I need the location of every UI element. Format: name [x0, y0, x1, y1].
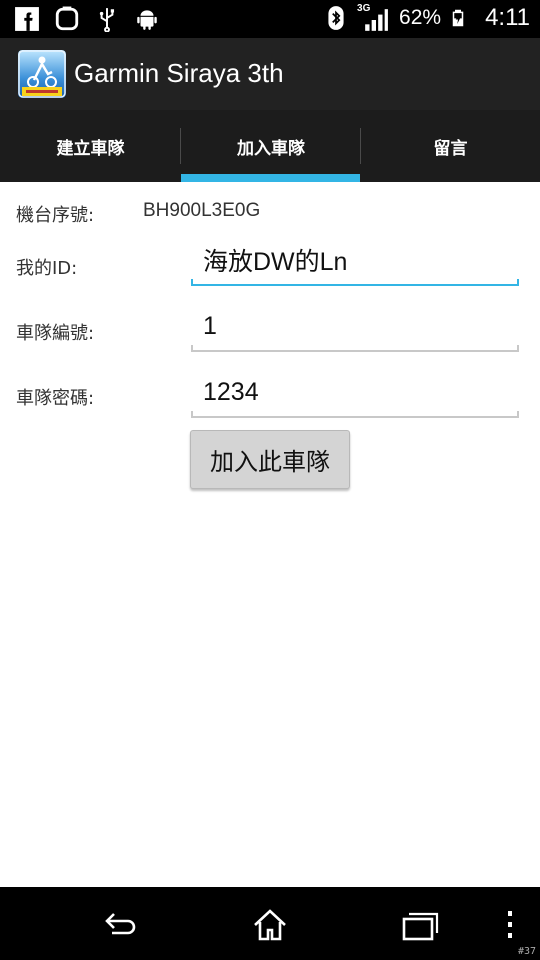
battery-charging-icon — [452, 9, 464, 27]
tab-join-team[interactable]: 加入車隊 — [181, 110, 361, 182]
battery-percent: 62% — [399, 6, 442, 29]
back-icon[interactable] — [100, 905, 140, 945]
square-app-icon — [55, 6, 79, 31]
input-underline-tick — [191, 345, 193, 352]
team-password-field-container — [191, 370, 519, 420]
input-underline-tick — [517, 411, 519, 418]
input-underline-tick — [191, 279, 193, 286]
selected-tab-indicator — [181, 174, 360, 182]
action-bar: Garmin Siraya 3th — [0, 38, 540, 110]
signal-icon — [365, 9, 388, 31]
usb-icon — [99, 8, 115, 32]
my-id-input[interactable] — [191, 238, 519, 282]
team-number-input[interactable] — [191, 304, 519, 348]
app-title: Garmin Siraya 3th — [74, 58, 284, 88]
overflow-menu-icon[interactable] — [490, 905, 530, 945]
home-icon[interactable] — [250, 905, 290, 945]
team-number-field-container — [191, 304, 519, 354]
notification-icons — [14, 6, 160, 32]
navigation-bar — [0, 887, 540, 960]
android-debug-icon — [137, 10, 157, 30]
device-serial-value: BH900L3E0G — [143, 200, 261, 221]
corner-mark: #37 — [517, 946, 536, 957]
my-id-field-container — [191, 238, 519, 288]
facebook-icon — [15, 7, 39, 31]
my-id-label: 我的ID: — [16, 258, 78, 279]
tab-messages[interactable]: 留言 — [361, 110, 540, 182]
app-logo-icon[interactable] — [18, 50, 66, 98]
input-underline — [191, 350, 519, 352]
tab-bar: 建立車隊 加入車隊 留言 — [0, 110, 540, 182]
team-number-label: 車隊編號: — [16, 323, 95, 344]
input-underline-tick — [191, 411, 193, 418]
recent-apps-icon[interactable] — [400, 905, 440, 945]
bluetooth-icon — [328, 6, 344, 30]
input-underline — [191, 284, 519, 286]
status-bar: 3G 62% 4:11 — [0, 0, 540, 38]
device-serial-label: 機台序號: — [16, 205, 95, 226]
input-underline-tick — [517, 345, 519, 352]
join-team-button[interactable]: 加入此車隊 — [190, 430, 350, 489]
tab-create-team[interactable]: 建立車隊 — [0, 110, 181, 182]
team-password-input[interactable] — [191, 370, 519, 414]
signal-indicator: 3G — [357, 3, 391, 33]
team-password-label: 車隊密碼: — [16, 388, 95, 409]
input-underline — [191, 416, 519, 418]
system-status: 3G 62% 4:11 — [323, 3, 530, 33]
input-underline-tick — [517, 279, 519, 286]
clock: 4:11 — [485, 4, 530, 31]
